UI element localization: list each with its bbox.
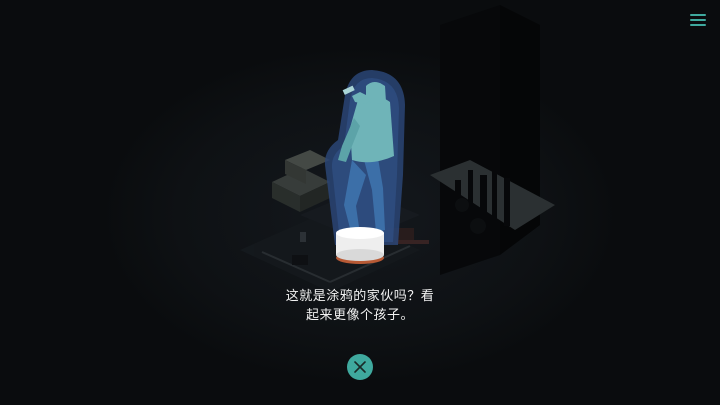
menu-button[interactable] [690, 14, 706, 28]
dialog-line-1: 这就是涂鸦的家伙吗？看 [285, 289, 435, 304]
game-screen: 这就是涂鸦的家伙吗？看 起来更像个孩子。 [0, 0, 720, 405]
dark-tower [430, 5, 555, 275]
close-x-icon [354, 361, 366, 373]
dialog-text: 这就是涂鸦的家伙吗？看 起来更像个孩子。 [230, 287, 490, 325]
pedestal [336, 227, 384, 264]
dialog-line-2: 起来更像个孩子。 [305, 308, 414, 323]
close-button[interactable] [347, 354, 373, 380]
game-scene [240, 5, 555, 292]
hamburger-menu-icon [690, 14, 706, 16]
